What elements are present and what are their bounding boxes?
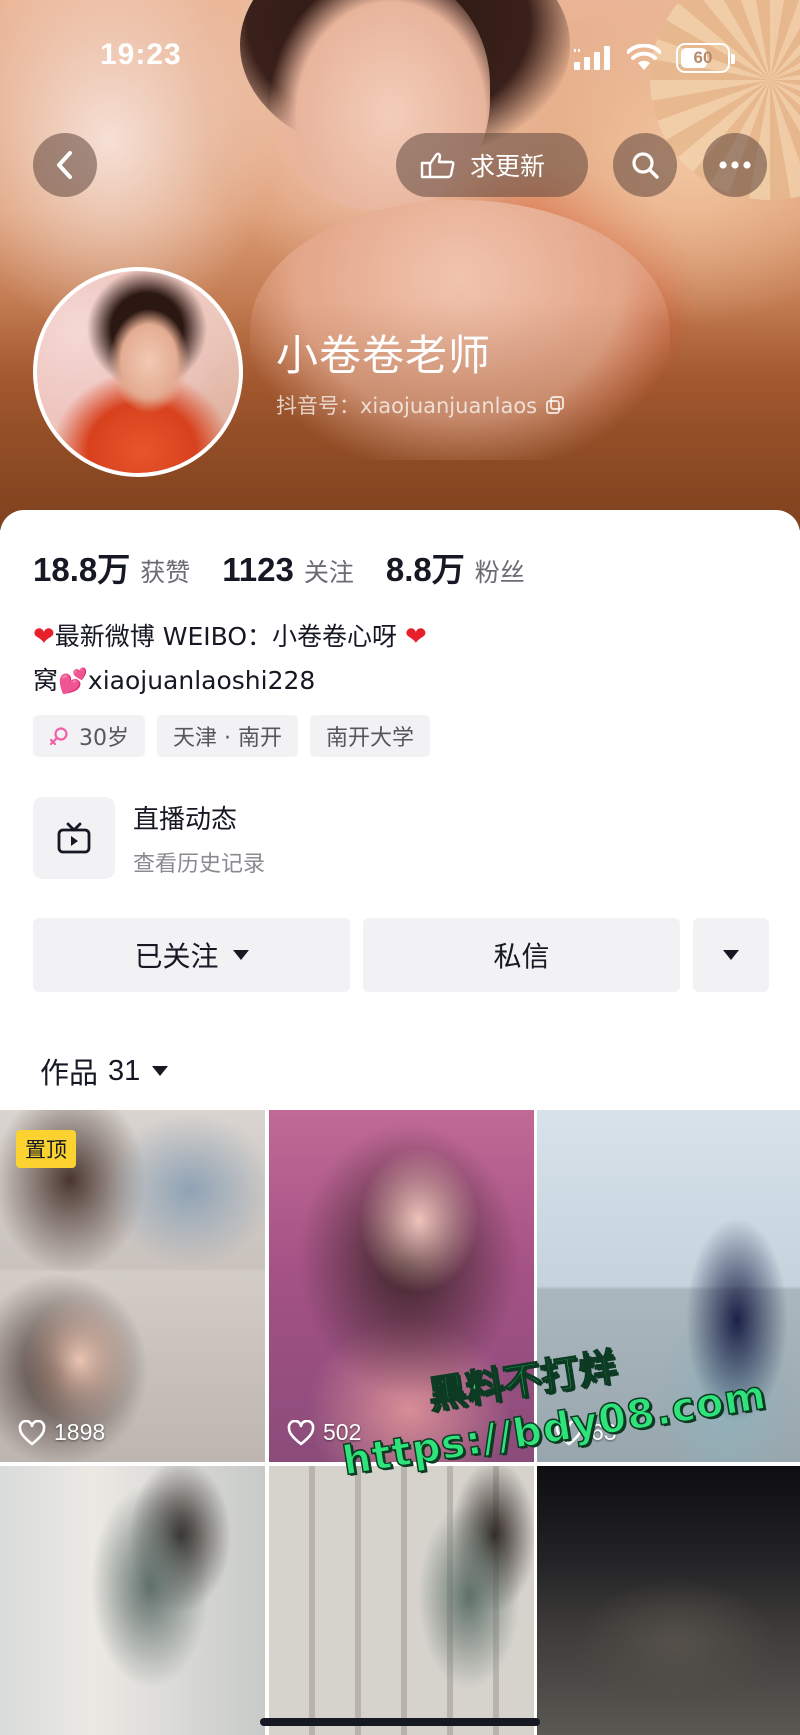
tv-icon [57, 822, 91, 854]
bio-weibo-text: 最新微博 WEIBO：小卷卷心呀 [54, 622, 398, 651]
wifi-icon [627, 44, 661, 70]
stat-likes: 18.8万 获赞 [33, 543, 190, 591]
stat-following[interactable]: 1123 关注 [222, 551, 354, 589]
live-text: 直播动态 查看历史记录 [133, 799, 265, 878]
stat-likes-value: 18.8万 [33, 551, 131, 588]
douyin-id[interactable]: 抖音号：xiaojuanjuanlaos [276, 390, 565, 420]
video-tile[interactable]: 置顶 1898 [0, 1110, 265, 1462]
like-count: 1898 [18, 1419, 105, 1446]
video-tile[interactable] [0, 1466, 265, 1735]
following-button[interactable]: 已关注 [33, 918, 350, 992]
live-subtitle: 查看历史记录 [133, 851, 266, 877]
female-icon [49, 727, 68, 746]
search-icon [632, 152, 659, 179]
pinned-badge: 置顶 [16, 1130, 76, 1168]
status-bar: 19:23 60 [0, 0, 800, 110]
tag-location: 天津 · 南开 [157, 715, 298, 757]
message-label: 私信 [493, 940, 550, 973]
cellular-signal-icon [574, 46, 610, 70]
request-update-label: 求更新 [470, 152, 546, 181]
battery-percent: 60 [693, 48, 713, 67]
live-history-entry[interactable]: 直播动态 查看历史记录 [33, 797, 773, 879]
profile-stats: 18.8万 获赞 1123 关注 8.8万 粉丝 [33, 543, 557, 588]
like-count-value: 502 [323, 1419, 362, 1445]
heart-outline-icon [287, 1419, 315, 1445]
bio-handle: xiaojuanlaoshi228 [87, 666, 316, 695]
video-tile[interactable]: 63 [537, 1110, 800, 1462]
live-title: 直播动态 [133, 804, 238, 835]
video-thumbnail [537, 1110, 800, 1462]
bio-line-1: ❤最新微博 WEIBO：小卷卷心呀 ❤ [33, 615, 773, 659]
video-thumbnail [0, 1466, 265, 1735]
caret-down-icon [152, 1066, 169, 1076]
stat-likes-label: 获赞 [140, 558, 191, 587]
like-count-value: 1898 [54, 1419, 106, 1445]
video-tile[interactable] [537, 1466, 800, 1735]
copy-icon[interactable] [545, 395, 565, 415]
chevron-left-icon [57, 151, 72, 179]
search-button[interactable] [613, 133, 677, 197]
live-icon-box [33, 797, 115, 879]
more-actions-button[interactable] [693, 918, 769, 992]
status-time: 19:23 [100, 38, 182, 71]
stat-followers[interactable]: 8.8万 粉丝 [386, 543, 525, 591]
following-label: 已关注 [134, 940, 219, 973]
like-count-value: 63 [591, 1419, 617, 1445]
video-thumbnail [269, 1466, 534, 1735]
douyin-id-text: 抖音号：xiaojuanjuanlaos [276, 394, 538, 418]
stat-following-value: 1123 [222, 551, 294, 588]
works-label: 作品 [40, 1056, 99, 1090]
bio-line-2: 窝💕xiaojuanlaoshi228 [33, 659, 773, 703]
avatar[interactable] [33, 267, 243, 477]
stat-followers-value: 8.8万 [385, 551, 465, 588]
caret-down-icon [723, 950, 739, 960]
profile-bio: ❤最新微博 WEIBO：小卷卷心呀 ❤ 窝💕xiaojuanlaoshi228 [33, 615, 773, 703]
heart-outline-icon [18, 1419, 46, 1445]
back-button[interactable] [33, 133, 97, 197]
tag-school: 南开大学 [309, 715, 430, 757]
red-heart-icon: ❤ [33, 622, 55, 652]
profile-tags: 30岁 天津 · 南开 南开大学 [33, 715, 442, 757]
stat-followers-label: 粉丝 [474, 558, 525, 587]
request-update-button[interactable]: 求更新 [396, 133, 588, 197]
battery-icon: 60 [676, 43, 735, 73]
video-tile[interactable] [269, 1466, 534, 1735]
video-tile[interactable]: 502 [269, 1110, 534, 1462]
stat-following-label: 关注 [303, 558, 354, 587]
profile-actions: 已关注 私信 [33, 918, 769, 992]
profile-name: 小卷卷老师 [276, 331, 492, 380]
more-dots-icon [719, 161, 751, 169]
bio-prefix: 窝 [33, 666, 59, 695]
tag-age-text: 30岁 [79, 726, 129, 751]
red-heart-icon: ❤ [404, 622, 427, 652]
pink-hearts-icon: 💕 [58, 667, 88, 695]
video-thumbnail [537, 1466, 800, 1735]
heart-outline-icon [555, 1419, 583, 1445]
like-count: 63 [555, 1419, 617, 1446]
more-button[interactable] [703, 133, 767, 197]
video-thumbnail [269, 1110, 534, 1462]
home-indicator [260, 1718, 540, 1726]
works-grid: 置顶 1898 502 63 [0, 1110, 800, 1735]
works-count: 31 [108, 1054, 141, 1087]
works-tab[interactable]: 作品 31 [40, 1050, 169, 1092]
caret-down-icon [232, 950, 249, 960]
tag-age: 30岁 [33, 715, 145, 757]
message-button[interactable]: 私信 [363, 918, 680, 992]
pointing-hand-icon [420, 152, 455, 179]
like-count: 502 [287, 1419, 361, 1446]
